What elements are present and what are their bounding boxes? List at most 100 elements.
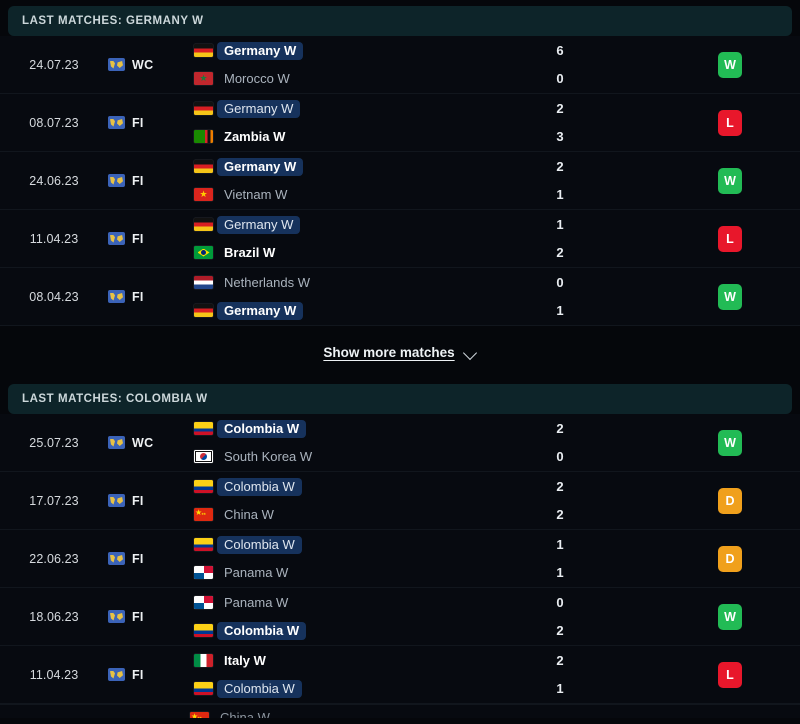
flag-icon-panama bbox=[194, 566, 213, 579]
team-name: Zambia W bbox=[224, 128, 286, 144]
competition-label: FI bbox=[132, 173, 144, 188]
away-team[interactable]: Vietnam W bbox=[194, 186, 460, 204]
table-row[interactable]: 22.06.23 FI Colombia W Panama W 1 1 D bbox=[0, 530, 800, 588]
home-team[interactable]: Colombia W bbox=[194, 535, 460, 554]
table-row-partial[interactable]: China W bbox=[0, 704, 800, 718]
away-team[interactable]: China W bbox=[194, 506, 460, 524]
home-team[interactable]: Germany W bbox=[194, 99, 460, 118]
flag-icon-brazil bbox=[194, 246, 213, 259]
table-row[interactable]: 17.07.23 FI Colombia W China W 2 2 bbox=[0, 472, 800, 530]
match-competition[interactable]: FI bbox=[108, 232, 190, 246]
match-competition[interactable]: FI bbox=[108, 610, 190, 624]
world-map-icon bbox=[108, 232, 125, 245]
team-name: Colombia W bbox=[217, 419, 307, 438]
table-row[interactable]: 24.06.23 FI Germany W Vietnam W 2 1 bbox=[0, 152, 800, 210]
table-row[interactable]: 08.07.23 FI Germany W Zambia W 2 3 L bbox=[0, 94, 800, 152]
match-teams: Netherlands W Germany W bbox=[190, 274, 460, 320]
match-competition[interactable]: FI bbox=[108, 116, 190, 130]
home-team[interactable]: Colombia W bbox=[194, 477, 460, 496]
match-teams: Germany W Vietnam W bbox=[190, 157, 460, 204]
team-name: Brazil W bbox=[224, 244, 276, 260]
match-date: 18.06.23 bbox=[29, 609, 79, 624]
match-scores: 1 2 bbox=[460, 216, 660, 262]
away-score: 1 bbox=[556, 564, 564, 580]
match-result: W bbox=[660, 51, 800, 78]
match-competition[interactable]: FI bbox=[108, 290, 190, 304]
match-competition[interactable]: FI bbox=[108, 494, 190, 508]
home-team[interactable]: Netherlands W bbox=[194, 274, 460, 292]
status-badge: W bbox=[718, 167, 742, 194]
match-result: W bbox=[660, 167, 800, 194]
section-title: LAST MATCHES: COLOMBIA W bbox=[22, 393, 208, 405]
match-date: 08.07.23 bbox=[29, 115, 79, 130]
show-more-matches-button[interactable]: Show more matches bbox=[323, 345, 476, 360]
status-badge: W bbox=[718, 429, 742, 456]
away-score: 1 bbox=[556, 680, 564, 696]
home-score: 2 bbox=[556, 652, 564, 668]
team-name: Colombia W bbox=[217, 535, 302, 554]
home-team[interactable]: Italy W bbox=[194, 652, 460, 670]
match-teams: Colombia W Panama W bbox=[190, 535, 460, 582]
table-row[interactable]: 11.04.23 FI Germany W Brazil W 1 2 L bbox=[0, 210, 800, 268]
competition-label: FI bbox=[132, 289, 144, 304]
home-team[interactable]: Germany W bbox=[194, 157, 460, 176]
away-team[interactable]: Colombia W bbox=[194, 679, 460, 698]
competition-label: WC bbox=[132, 57, 154, 72]
team-name: Colombia W bbox=[217, 477, 302, 496]
table-row[interactable]: 11.04.23 FI Italy W Colombia W 2 1 L bbox=[0, 646, 800, 704]
competition-label: FI bbox=[132, 231, 144, 246]
away-team[interactable]: Germany W bbox=[194, 301, 460, 320]
flag-icon-germany bbox=[194, 102, 213, 115]
table-row[interactable]: 25.07.23 WC Colombia W South Korea W 2 0 bbox=[0, 414, 800, 472]
home-team[interactable]: Colombia W bbox=[194, 419, 460, 438]
competition-label: FI bbox=[132, 551, 144, 566]
flag-icon-morocco bbox=[194, 72, 213, 85]
world-map-icon bbox=[108, 174, 125, 187]
match-teams: Italy W Colombia W bbox=[190, 652, 460, 698]
world-map-icon bbox=[108, 610, 125, 623]
competition-label: WC bbox=[132, 435, 154, 450]
away-team[interactable]: Panama W bbox=[194, 564, 460, 582]
match-teams: Panama W Colombia W bbox=[190, 594, 460, 640]
team-name: China W bbox=[224, 506, 274, 522]
match-competition[interactable]: FI bbox=[108, 552, 190, 566]
table-row[interactable]: 08.04.23 FI Netherlands W Germany W 0 1 bbox=[0, 268, 800, 326]
away-team[interactable]: Zambia W bbox=[194, 128, 460, 146]
away-team[interactable]: South Korea W bbox=[194, 448, 460, 466]
flag-icon-zambia bbox=[194, 130, 213, 143]
match-scores: 6 0 bbox=[460, 42, 660, 88]
home-team[interactable]: Germany W bbox=[194, 215, 460, 234]
match-date: 08.04.23 bbox=[29, 289, 79, 304]
match-competition[interactable]: FI bbox=[108, 668, 190, 682]
away-team[interactable]: Colombia W bbox=[194, 621, 460, 640]
away-team[interactable]: Morocco W bbox=[194, 70, 460, 88]
last-matches-panel: LAST MATCHES: GERMANY W 24.07.23 WC Germ… bbox=[0, 0, 800, 724]
home-team[interactable]: Germany W bbox=[194, 41, 460, 60]
match-scores: 0 2 bbox=[460, 594, 660, 640]
status-badge: L bbox=[718, 225, 742, 252]
match-competition[interactable]: WC bbox=[108, 58, 190, 72]
match-competition[interactable]: FI bbox=[108, 174, 190, 188]
section-title: LAST MATCHES: GERMANY W bbox=[22, 15, 204, 27]
away-score: 1 bbox=[556, 186, 564, 202]
away-team[interactable]: Brazil W bbox=[194, 244, 460, 262]
team-name: Colombia W bbox=[217, 679, 302, 698]
table-row[interactable]: 18.06.23 FI Panama W Colombia W 0 2 W bbox=[0, 588, 800, 646]
world-map-icon bbox=[108, 552, 125, 565]
match-result: L bbox=[660, 661, 800, 688]
home-score: 2 bbox=[556, 100, 564, 116]
home-team[interactable]: China W bbox=[190, 709, 460, 718]
team-name: Morocco W bbox=[224, 70, 290, 86]
match-result: W bbox=[660, 603, 800, 630]
flag-icon-vietnam bbox=[194, 188, 213, 201]
status-badge: W bbox=[718, 51, 742, 78]
table-row[interactable]: 24.07.23 WC Germany W Morocco W 6 0 bbox=[0, 36, 800, 94]
match-result: W bbox=[660, 429, 800, 456]
world-map-icon bbox=[108, 290, 125, 303]
flag-icon-colombia bbox=[194, 682, 213, 695]
home-team[interactable]: Panama W bbox=[194, 594, 460, 612]
flag-icon-south-korea bbox=[194, 450, 213, 463]
match-competition[interactable]: WC bbox=[108, 436, 190, 450]
match-teams: Germany W Morocco W bbox=[190, 41, 460, 88]
match-scores: 2 3 bbox=[460, 100, 660, 146]
